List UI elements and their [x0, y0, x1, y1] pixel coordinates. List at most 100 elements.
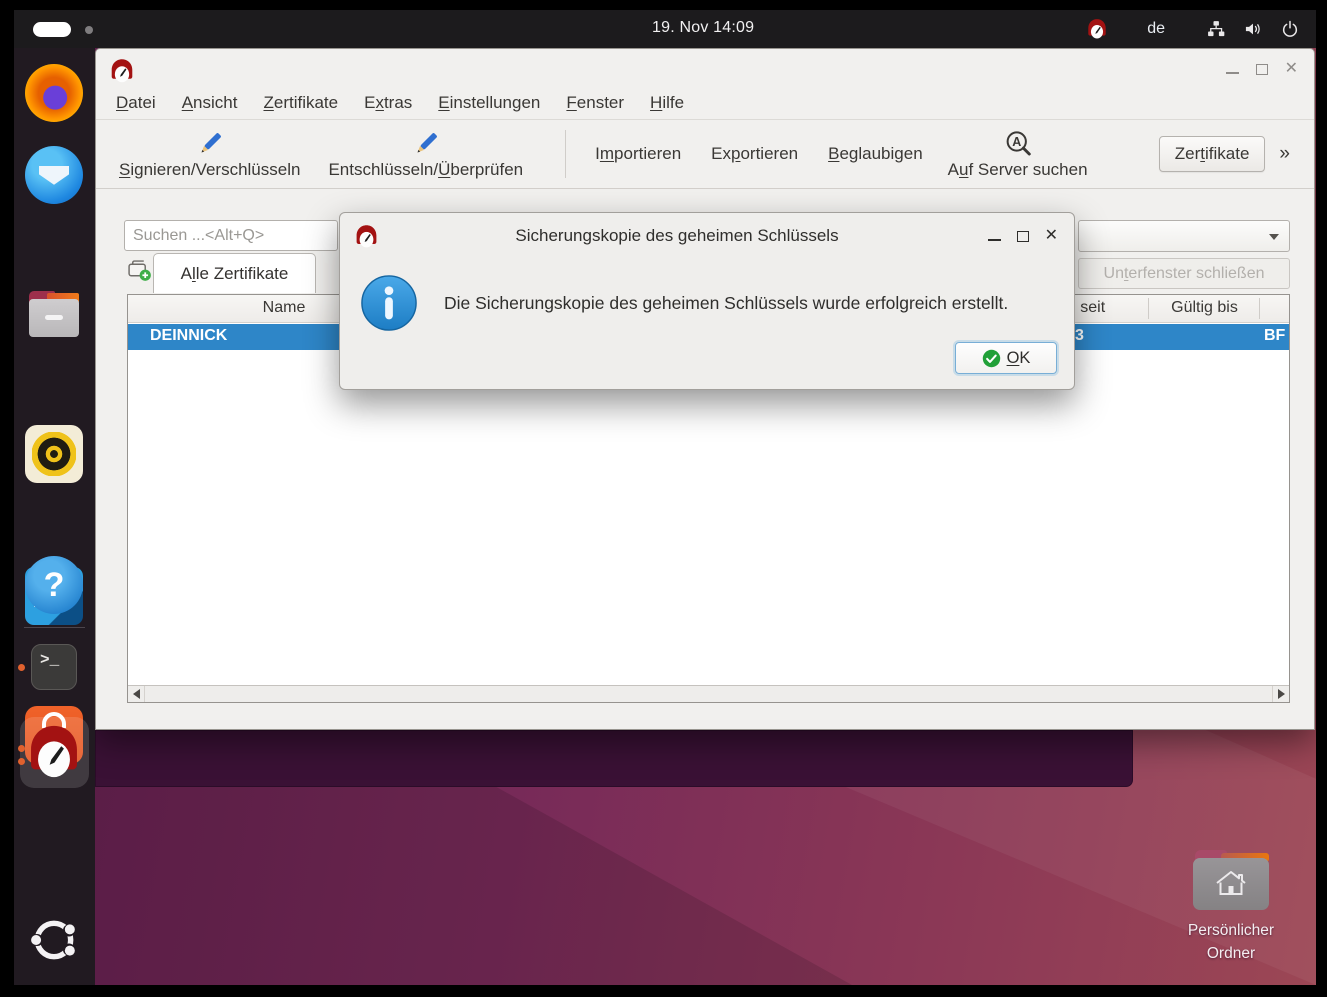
help-icon[interactable]: ? [25, 556, 83, 614]
scroll-right-button[interactable] [1272, 686, 1289, 702]
envelope-icon [39, 166, 69, 188]
tab-all-certificates[interactable]: Alle Zertifikate [153, 253, 316, 293]
speaker-icon [32, 432, 76, 476]
keyboard-layout-indicator[interactable]: de [1147, 20, 1165, 38]
minimize-button[interactable] [988, 239, 1001, 241]
background-window [95, 730, 1133, 787]
import-button[interactable]: Importieren [595, 144, 681, 164]
folder-dash [45, 315, 63, 320]
desktop-icon-home[interactable]: Persönlicher Ordner [1178, 850, 1284, 966]
house-icon [1213, 868, 1249, 898]
info-icon [360, 274, 418, 332]
column-separator [1259, 298, 1260, 319]
system-tray: de [1086, 10, 1300, 48]
toolbar: Signieren/Verschlüsseln Entschlüsseln/Üb… [96, 119, 1314, 189]
ubuntu-logo-icon[interactable] [29, 915, 79, 965]
certificates-view-label: Zertifikate [1175, 144, 1250, 163]
check-icon [982, 349, 1001, 368]
ok-button[interactable]: OK [955, 342, 1057, 374]
screen: Persönlicher Ordner ✕ Datei Ansicht Zert… [0, 0, 1327, 997]
menu-einstellungen[interactable]: Einstellungen [438, 93, 540, 113]
dialog-body: Die Sicherungskopie des geheimen Schlüss… [340, 259, 1074, 347]
cell-name: DEINNICK [150, 327, 227, 345]
header-valid-until[interactable]: Gültig bis [1149, 299, 1260, 317]
menu-extras[interactable]: Extras [364, 93, 412, 113]
menu-zertifikate[interactable]: Zertifikate [263, 93, 338, 113]
horizontal-scrollbar[interactable] [128, 685, 1289, 702]
terminal-icon[interactable]: >_ [31, 644, 77, 690]
dock-separator [24, 627, 85, 628]
certificate-filter-select[interactable] [1078, 220, 1290, 252]
home-label-line2: Ordner [1178, 942, 1284, 965]
toolbar-overflow-chevron[interactable]: » [1279, 143, 1290, 165]
power-icon[interactable] [1280, 19, 1300, 39]
kleopatra-icon [25, 723, 83, 781]
running-indicator [18, 758, 25, 765]
ok-label: OK [1007, 349, 1031, 368]
top-panel: 19. Nov 14:09 de [14, 10, 1316, 48]
export-button[interactable]: Exportieren [711, 144, 798, 164]
search-input[interactable] [124, 220, 338, 251]
home-folder-label: Persönlicher Ordner [1178, 919, 1284, 966]
question-glyph: ? [44, 566, 65, 605]
chevron-down-icon [1269, 234, 1279, 240]
kleopatra-app-icon [109, 58, 135, 84]
sign-encrypt-button[interactable]: Signieren/Verschlüsseln [119, 129, 300, 180]
close-button[interactable]: ✕ [1045, 228, 1058, 244]
cell-valid-since: 3 [1075, 327, 1084, 345]
firefox-icon[interactable] [25, 64, 83, 122]
maximize-button[interactable] [1256, 64, 1268, 75]
kleopatra-app-icon [354, 224, 379, 249]
close-button[interactable]: ✕ [1285, 61, 1298, 77]
kleopatra-tray-icon[interactable] [1086, 18, 1108, 40]
network-icon[interactable] [1206, 19, 1226, 39]
scroll-left-button[interactable] [128, 686, 145, 702]
decrypt-verify-label: Entschlüsseln/Überprüfen [328, 160, 523, 180]
circle-of-friends-icon [29, 915, 79, 965]
clock[interactable]: 19. Nov 14:09 [652, 19, 754, 37]
volume-icon[interactable] [1243, 19, 1263, 39]
pen-icon [411, 129, 441, 159]
running-indicator [18, 745, 25, 752]
certificates-view-button[interactable]: Zertifikate [1159, 136, 1266, 172]
window-titlebar[interactable]: ✕ [96, 49, 1314, 86]
maximize-button[interactable] [1017, 231, 1029, 242]
home-folder-icon [1193, 850, 1269, 910]
tab-label: Alle Zertifikate [181, 264, 289, 284]
minimize-button[interactable] [1226, 72, 1239, 74]
menubar: Datei Ansicht Zertifikate Extras Einstel… [96, 86, 1314, 119]
menu-datei[interactable]: Datei [116, 93, 156, 113]
triangle-right-icon [1278, 689, 1285, 699]
decrypt-verify-button[interactable]: Entschlüsseln/Überprüfen [328, 129, 523, 180]
dialog-titlebar[interactable]: Sicherungskopie des geheimen Schlüssels … [340, 213, 1074, 259]
workspace-indicator-dot[interactable] [85, 26, 93, 34]
new-tab-icon [127, 257, 152, 283]
thunderbird-icon[interactable] [25, 146, 83, 204]
column-separator [1148, 298, 1149, 319]
menu-fenster[interactable]: Fenster [566, 93, 624, 113]
running-indicator [18, 664, 25, 671]
new-tab-button[interactable] [127, 257, 152, 283]
lookup-server-label: Auf Server suchen [948, 160, 1088, 180]
cell-fingerprint: BF [1264, 327, 1285, 345]
lookup-server-button[interactable]: Auf Server suchen [948, 129, 1088, 180]
backup-success-dialog: Sicherungskopie des geheimen Schlüssels … [339, 212, 1075, 390]
workspace-indicator-active[interactable] [33, 22, 71, 37]
sign-encrypt-label: Signieren/Verschlüsseln [119, 160, 300, 180]
close-subwindow-label: Unterfenster schließen [1104, 265, 1265, 283]
dialog-message: Die Sicherungskopie des geheimen Schlüss… [444, 293, 1008, 314]
kleopatra-dock-icon[interactable] [25, 723, 83, 781]
files-icon[interactable] [25, 285, 83, 343]
triangle-left-icon [133, 689, 140, 699]
dock: A ? >_ ♻ [14, 48, 95, 985]
close-subwindow-button[interactable]: Unterfenster schließen [1078, 258, 1290, 289]
toolbar-separator [565, 130, 566, 178]
certify-button[interactable]: Beglaubigen [828, 144, 923, 164]
dialog-title: Sicherungskopie des geheimen Schlüssels [400, 226, 954, 246]
pen-icon [195, 129, 225, 159]
prompt-glyph: >_ [40, 651, 59, 669]
search-a-icon [1003, 129, 1033, 159]
rhythmbox-icon[interactable] [25, 425, 83, 483]
menu-hilfe[interactable]: Hilfe [650, 93, 684, 113]
menu-ansicht[interactable]: Ansicht [182, 93, 238, 113]
